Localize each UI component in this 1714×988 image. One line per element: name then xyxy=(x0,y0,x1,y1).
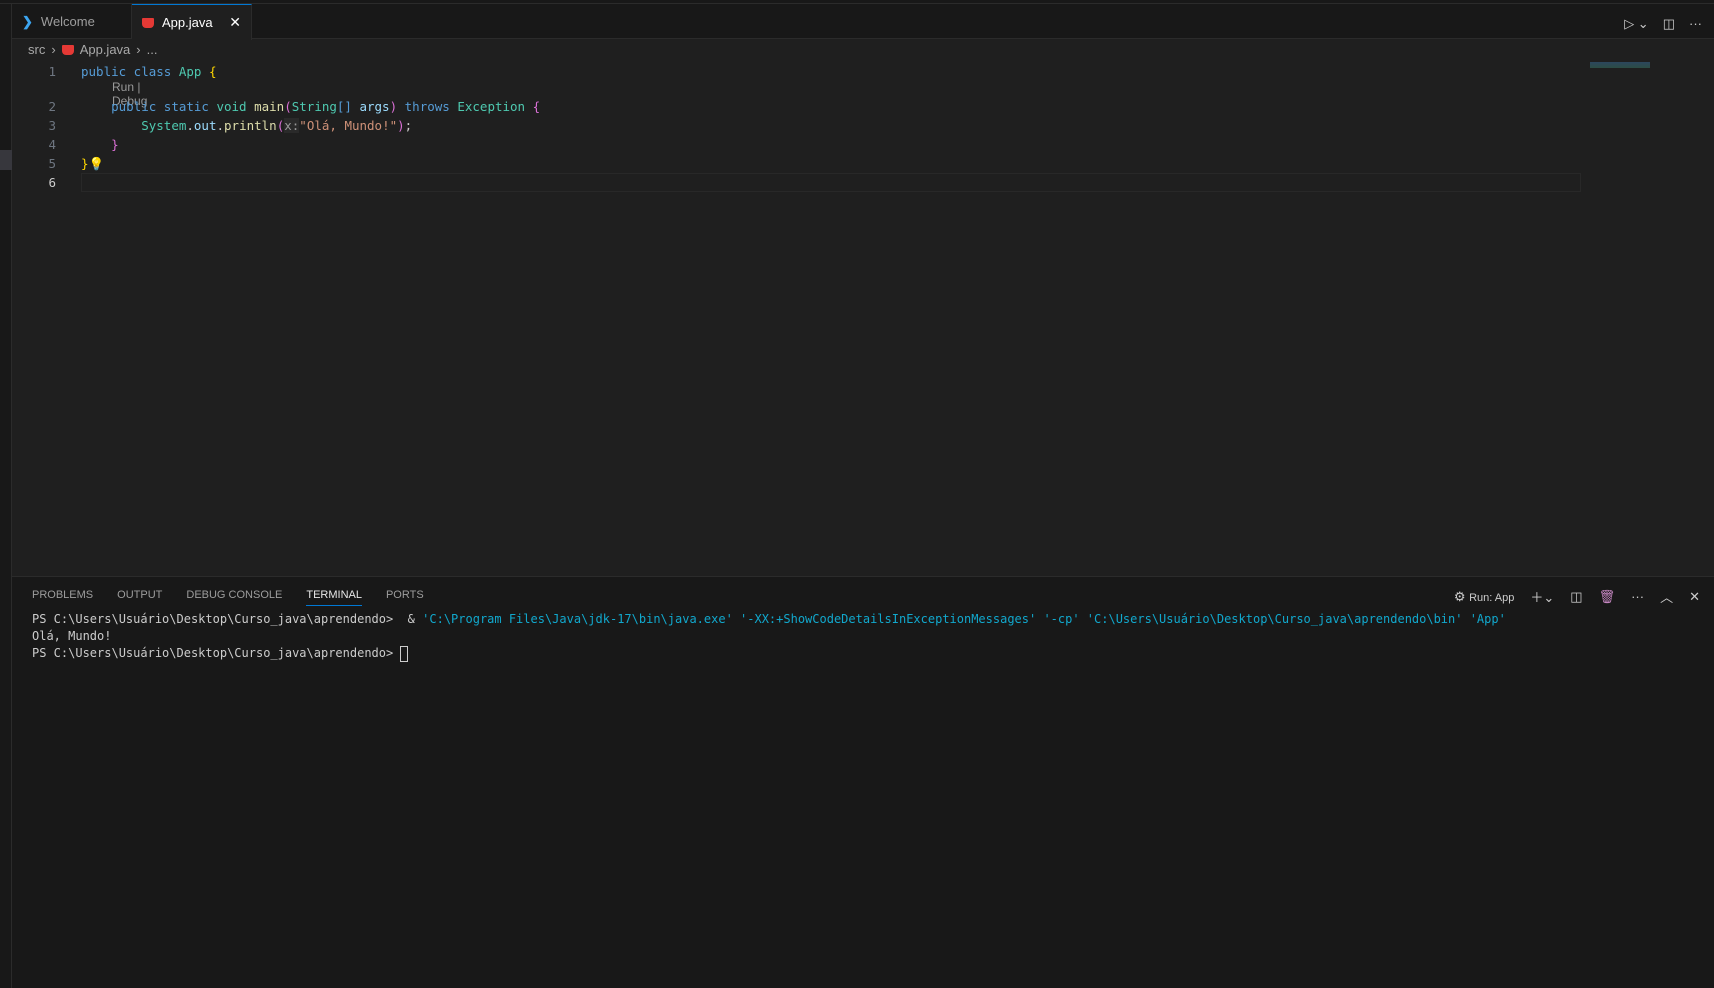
breadcrumb-file[interactable]: App.java xyxy=(80,42,131,57)
panel-tab-ports[interactable]: PORTS xyxy=(386,589,424,606)
terminal-cursor xyxy=(400,645,409,662)
panel-tab-output[interactable]: OUTPUT xyxy=(117,589,162,606)
maximize-panel-icon[interactable]: ︿ xyxy=(1660,587,1673,606)
split-terminal-icon[interactable]: ◫ xyxy=(1570,589,1582,605)
tab-label: App.java xyxy=(162,15,213,30)
terminal-prompt: PS C:\Users\Usuário\Desktop\Curso_java\a… xyxy=(32,612,394,626)
line-number: 1 xyxy=(48,64,56,79)
split-editor-icon[interactable]: ◫ xyxy=(1663,16,1675,32)
line-number: 5 xyxy=(48,156,56,171)
editor-tab-bar: ❯ Welcome App.java ✕ ▷ ⌄ ◫ ··· xyxy=(12,4,1714,40)
more-icon[interactable]: ··· xyxy=(1689,16,1702,32)
panel-tab-terminal[interactable]: TERMINAL xyxy=(306,589,362,606)
terminal-prompt: PS C:\Users\Usuário\Desktop\Curso_java\a… xyxy=(32,646,394,660)
panel-tab-debug-console[interactable]: DEBUG CONSOLE xyxy=(186,589,282,606)
line-number: 2 xyxy=(48,99,56,114)
vscode-icon: ❯ xyxy=(22,13,33,29)
breadcrumb: src › App.java › ... xyxy=(28,42,158,57)
run-icon[interactable]: ▷ ⌄ xyxy=(1624,16,1649,32)
java-icon xyxy=(142,17,154,28)
line-number: 3 xyxy=(48,118,56,133)
line-number: 4 xyxy=(48,137,56,152)
debug-icon: ⚙ xyxy=(1453,588,1466,604)
terminal-program-output: Olá, Mundo! xyxy=(32,629,112,643)
tab-welcome[interactable]: ❯ Welcome xyxy=(12,4,132,39)
trash-icon[interactable]: 🗑 xyxy=(1599,589,1616,605)
terminal-run-app[interactable]: ⚙ Run: App xyxy=(1454,589,1515,605)
new-terminal-icon[interactable]: ＋⌄ xyxy=(1530,587,1554,606)
more-icon[interactable]: ··· xyxy=(1631,589,1644,604)
panel-tab-problems[interactable]: PROBLEMS xyxy=(32,589,93,606)
activity-bar xyxy=(0,0,12,988)
breadcrumb-more[interactable]: ... xyxy=(147,42,158,57)
terminal-command: 'C:\Program Files\Java\jdk-17\bin\java.e… xyxy=(422,612,1506,626)
close-icon[interactable]: ✕ xyxy=(229,14,241,31)
lightbulb-icon[interactable]: 💡 xyxy=(89,156,105,171)
tab-app-java[interactable]: App.java ✕ xyxy=(132,4,252,40)
line-number: 6 xyxy=(48,175,56,190)
terminal-output[interactable]: PS C:\Users\Usuário\Desktop\Curso_java\a… xyxy=(32,611,1506,662)
terminal-name: Run: App xyxy=(1469,591,1515,604)
tab-label: Welcome xyxy=(40,14,95,29)
minimap[interactable] xyxy=(1590,62,1650,68)
breadcrumb-folder[interactable]: src xyxy=(28,42,45,57)
bottom-panel: PROBLEMS OUTPUT DEBUG CONSOLE TERMINAL P… xyxy=(12,576,1714,988)
close-panel-icon[interactable]: ✕ xyxy=(1689,589,1700,605)
java-icon xyxy=(61,44,74,55)
activity-indicator xyxy=(0,150,12,170)
